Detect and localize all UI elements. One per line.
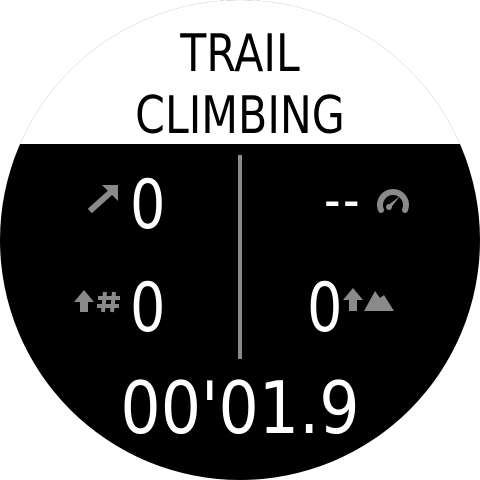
gauge-icon <box>377 189 409 213</box>
diagonal-arrow-icon <box>88 185 118 213</box>
up-arrow-mountain-icon <box>343 288 394 311</box>
watch-face: TRAIL CLIMBING 0 -- 0 0 00'01.9 <box>0 0 480 480</box>
duration-timer: 00'01.9 <box>120 366 360 450</box>
highest-point-value: 0 <box>307 269 343 348</box>
activity-header: TRAIL CLIMBING <box>0 0 480 144</box>
activity-title-line-1: TRAIL <box>180 24 300 84</box>
up-arrow-hash-icon <box>74 290 120 313</box>
laps-value: 0 <box>130 269 166 348</box>
ascent-speed-value: 0 <box>130 166 166 245</box>
vertical-speed-value: -- <box>324 168 363 233</box>
vertical-divider <box>238 155 242 359</box>
activity-title-line-2: CLIMBING <box>135 86 345 146</box>
